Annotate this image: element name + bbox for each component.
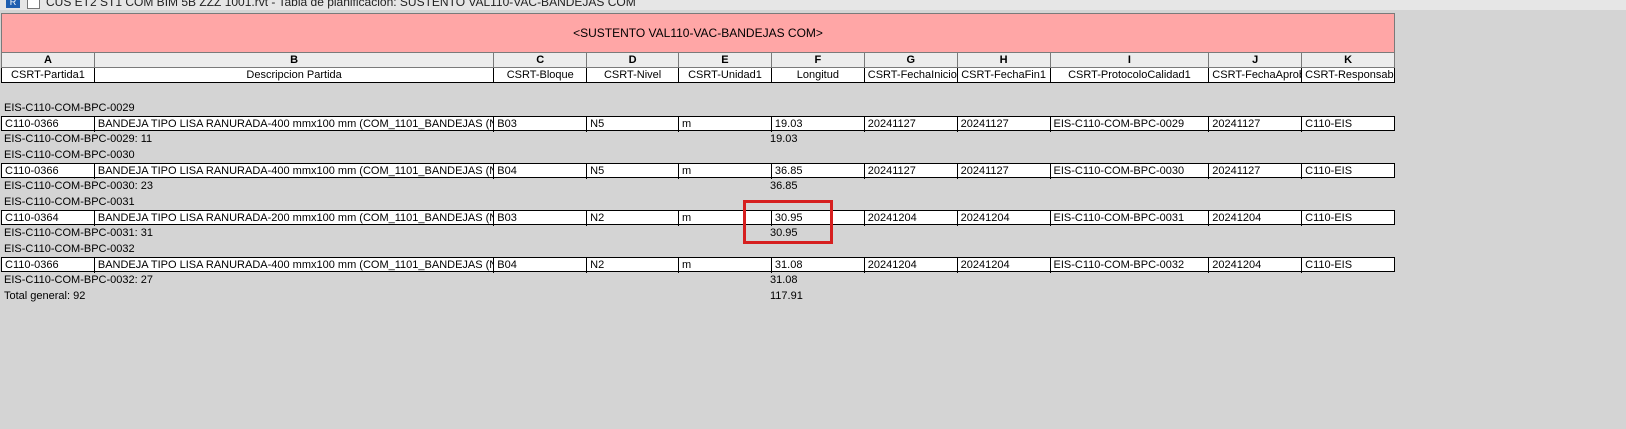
column-letter-e[interactable]: E bbox=[679, 53, 772, 68]
cell-fecha-aprob[interactable]: 20241127 bbox=[1209, 117, 1303, 132]
header-bloque[interactable]: CSRT-Bloque bbox=[494, 68, 588, 83]
header-fecha-aprob[interactable]: CSRT-FechaAprob bbox=[1209, 68, 1303, 83]
column-letter-i[interactable]: I bbox=[1051, 53, 1210, 68]
column-letters-row: ABCDEFGHIJK bbox=[1, 53, 1395, 68]
cell-fecha-fin[interactable]: 20241127 bbox=[958, 164, 1051, 179]
subtotal-label: EIS-C110-COM-BPC-0029: 11 bbox=[4, 133, 153, 145]
cell-bloque[interactable]: B03 bbox=[494, 117, 588, 132]
column-letter-k[interactable]: K bbox=[1302, 53, 1394, 68]
cell-bloque[interactable]: B03 bbox=[494, 211, 588, 226]
window-titlebar: R CUS ET2 ST1 COM BIM 5B ZZZ 1001.rvt - … bbox=[0, 0, 1626, 10]
cell-unidad[interactable]: m bbox=[679, 164, 772, 179]
cell-fecha-inicio[interactable]: 20241127 bbox=[865, 117, 958, 132]
grand-total-label: Total general: 92 bbox=[4, 290, 86, 302]
subtotal-value: 36.85 bbox=[770, 180, 798, 192]
subtotal-label: EIS-C110-COM-BPC-0032: 27 bbox=[4, 274, 153, 286]
cell-fecha-fin[interactable]: 20241204 bbox=[958, 211, 1051, 226]
cell-fecha-fin[interactable]: 20241127 bbox=[958, 117, 1051, 132]
cell-protocolo-calidad[interactable]: EIS-C110-COM-BPC-0030 bbox=[1051, 164, 1210, 179]
cell-nivel[interactable]: N2 bbox=[587, 258, 680, 273]
cell-bloque[interactable]: B04 bbox=[494, 258, 588, 273]
cell-longitud[interactable]: 31.08 bbox=[772, 258, 865, 273]
cell-protocolo-calidad[interactable]: EIS-C110-COM-BPC-0032 bbox=[1051, 258, 1210, 273]
cell-nivel[interactable]: N5 bbox=[587, 117, 680, 132]
column-letter-f[interactable]: F bbox=[772, 53, 865, 68]
header-fecha-inicio[interactable]: CSRT-FechaInicio1 bbox=[865, 68, 958, 83]
cell-partida[interactable]: C110-0364 bbox=[2, 211, 95, 226]
table-row[interactable]: C110-0366 BANDEJA TIPO LISA RANURADA-400 … bbox=[1, 257, 1395, 273]
cell-fecha-fin[interactable]: 20241204 bbox=[958, 258, 1051, 273]
header-partida[interactable]: CSRT-Partida1 bbox=[2, 68, 95, 83]
schedule-view-icon bbox=[27, 0, 40, 9]
header-responsable[interactable]: CSRT-Responsabl bbox=[1302, 68, 1394, 83]
cell-fecha-inicio[interactable]: 20241127 bbox=[865, 164, 958, 179]
table-row[interactable]: C110-0366 BANDEJA TIPO LISA RANURADA-400 … bbox=[1, 163, 1395, 179]
column-letter-g[interactable]: G bbox=[865, 53, 958, 68]
column-letter-c[interactable]: C bbox=[494, 53, 588, 68]
cell-fecha-inicio[interactable]: 20241204 bbox=[865, 211, 958, 226]
column-letter-j[interactable]: J bbox=[1209, 53, 1303, 68]
subtotal-row[interactable]: EIS-C110-COM-BPC-0029: 11 19.03 bbox=[1, 131, 1395, 147]
group-header-row[interactable]: EIS-C110-COM-BPC-0030 bbox=[1, 147, 1395, 163]
header-descripcion[interactable]: Descripcion Partida bbox=[95, 68, 495, 83]
column-letter-h[interactable]: H bbox=[958, 53, 1051, 68]
cell-nivel[interactable]: N5 bbox=[587, 164, 680, 179]
header-nivel[interactable]: CSRT-Nivel bbox=[587, 68, 680, 83]
cell-protocolo-calidad[interactable]: EIS-C110-COM-BPC-0029 bbox=[1051, 117, 1210, 132]
cell-unidad[interactable]: m bbox=[679, 258, 772, 273]
header-protocolo-calidad[interactable]: CSRT-ProtocoloCalidad1 bbox=[1051, 68, 1210, 83]
cell-longitud[interactable]: 19.03 bbox=[772, 117, 865, 132]
cell-fecha-inicio[interactable]: 20241204 bbox=[865, 258, 958, 273]
schedule-table: <SUSTENTO VAL110-VAC-BANDEJAS COM> ABCDE… bbox=[1, 13, 1395, 304]
table-row[interactable]: C110-0364 BANDEJA TIPO LISA RANURADA-200 … bbox=[1, 210, 1395, 226]
column-headers-row: CSRT-Partida1 Descripcion Partida CSRT-Blo… bbox=[1, 68, 1395, 83]
cell-partida[interactable]: C110-0366 bbox=[2, 258, 95, 273]
cell-protocolo-calidad[interactable]: EIS-C110-COM-BPC-0031 bbox=[1051, 211, 1210, 226]
grand-total-value: 117.91 bbox=[770, 290, 803, 302]
column-letter-b[interactable]: B bbox=[95, 53, 495, 68]
header-longitud[interactable]: Longitud bbox=[772, 68, 865, 83]
cell-partida[interactable]: C110-0366 bbox=[2, 117, 95, 132]
subtotal-row[interactable]: EIS-C110-COM-BPC-0030: 23 36.85 bbox=[1, 178, 1395, 194]
cell-longitud[interactable]: 36.85 bbox=[772, 164, 865, 179]
subtotal-row[interactable]: EIS-C110-COM-BPC-0032: 27 31.08 bbox=[1, 272, 1395, 288]
window-title: CUS ET2 ST1 COM BIM 5B ZZZ 1001.rvt - Ta… bbox=[46, 0, 636, 9]
column-letter-a[interactable]: A bbox=[2, 53, 95, 68]
revit-app-icon[interactable]: R bbox=[6, 0, 20, 8]
highlight-box bbox=[743, 200, 833, 244]
schedule-body: EIS-C110-COM-BPC-0029 C110-0366 BANDEJA TI… bbox=[1, 100, 1395, 288]
subtotal-label: EIS-C110-COM-BPC-0030: 23 bbox=[4, 180, 153, 192]
cell-fecha-aprob[interactable]: 20241204 bbox=[1209, 258, 1303, 273]
cell-descripcion[interactable]: BANDEJA TIPO LISA RANURADA-200 mmx100 mm… bbox=[95, 211, 495, 226]
subtotal-value: 31.08 bbox=[770, 274, 798, 286]
cell-fecha-aprob[interactable]: 20241127 bbox=[1209, 164, 1303, 179]
group-header-row[interactable]: EIS-C110-COM-BPC-0031 bbox=[1, 194, 1395, 210]
subtotal-value: 19.03 bbox=[770, 133, 798, 145]
cell-partida[interactable]: C110-0366 bbox=[2, 164, 95, 179]
cell-bloque[interactable]: B04 bbox=[494, 164, 588, 179]
spacer-row bbox=[1, 83, 1395, 100]
subtotal-row[interactable]: EIS-C110-COM-BPC-0031: 31 30.95 bbox=[1, 225, 1395, 241]
header-fecha-fin[interactable]: CSRT-FechaFin1 bbox=[958, 68, 1051, 83]
schedule-title[interactable]: <SUSTENTO VAL110-VAC-BANDEJAS COM> bbox=[1, 13, 1395, 53]
subtotal-label: EIS-C110-COM-BPC-0031: 31 bbox=[4, 227, 153, 239]
cell-descripcion[interactable]: BANDEJA TIPO LISA RANURADA-400 mmx100 mm… bbox=[95, 164, 495, 179]
grand-total-row[interactable]: Total general: 92 117.91 bbox=[1, 288, 1395, 304]
header-unidad[interactable]: CSRT-Unidad1 bbox=[679, 68, 772, 83]
table-row[interactable]: C110-0366 BANDEJA TIPO LISA RANURADA-400 … bbox=[1, 116, 1395, 132]
cell-fecha-aprob[interactable]: 20241204 bbox=[1209, 211, 1303, 226]
cell-unidad[interactable]: m bbox=[679, 117, 772, 132]
group-header-row[interactable]: EIS-C110-COM-BPC-0029 bbox=[1, 100, 1395, 116]
cell-descripcion[interactable]: BANDEJA TIPO LISA RANURADA-400 mmx100 mm… bbox=[95, 258, 495, 273]
cell-nivel[interactable]: N2 bbox=[587, 211, 680, 226]
cell-responsable[interactable]: C110-EIS bbox=[1302, 117, 1394, 132]
cell-responsable[interactable]: C110-EIS bbox=[1302, 164, 1394, 179]
group-header-row[interactable]: EIS-C110-COM-BPC-0032 bbox=[1, 241, 1395, 257]
cell-descripcion[interactable]: BANDEJA TIPO LISA RANURADA-400 mmx100 mm… bbox=[95, 117, 495, 132]
cell-responsable[interactable]: C110-EIS bbox=[1302, 258, 1394, 273]
cell-responsable[interactable]: C110-EIS bbox=[1302, 211, 1394, 226]
column-letter-d[interactable]: D bbox=[587, 53, 680, 68]
